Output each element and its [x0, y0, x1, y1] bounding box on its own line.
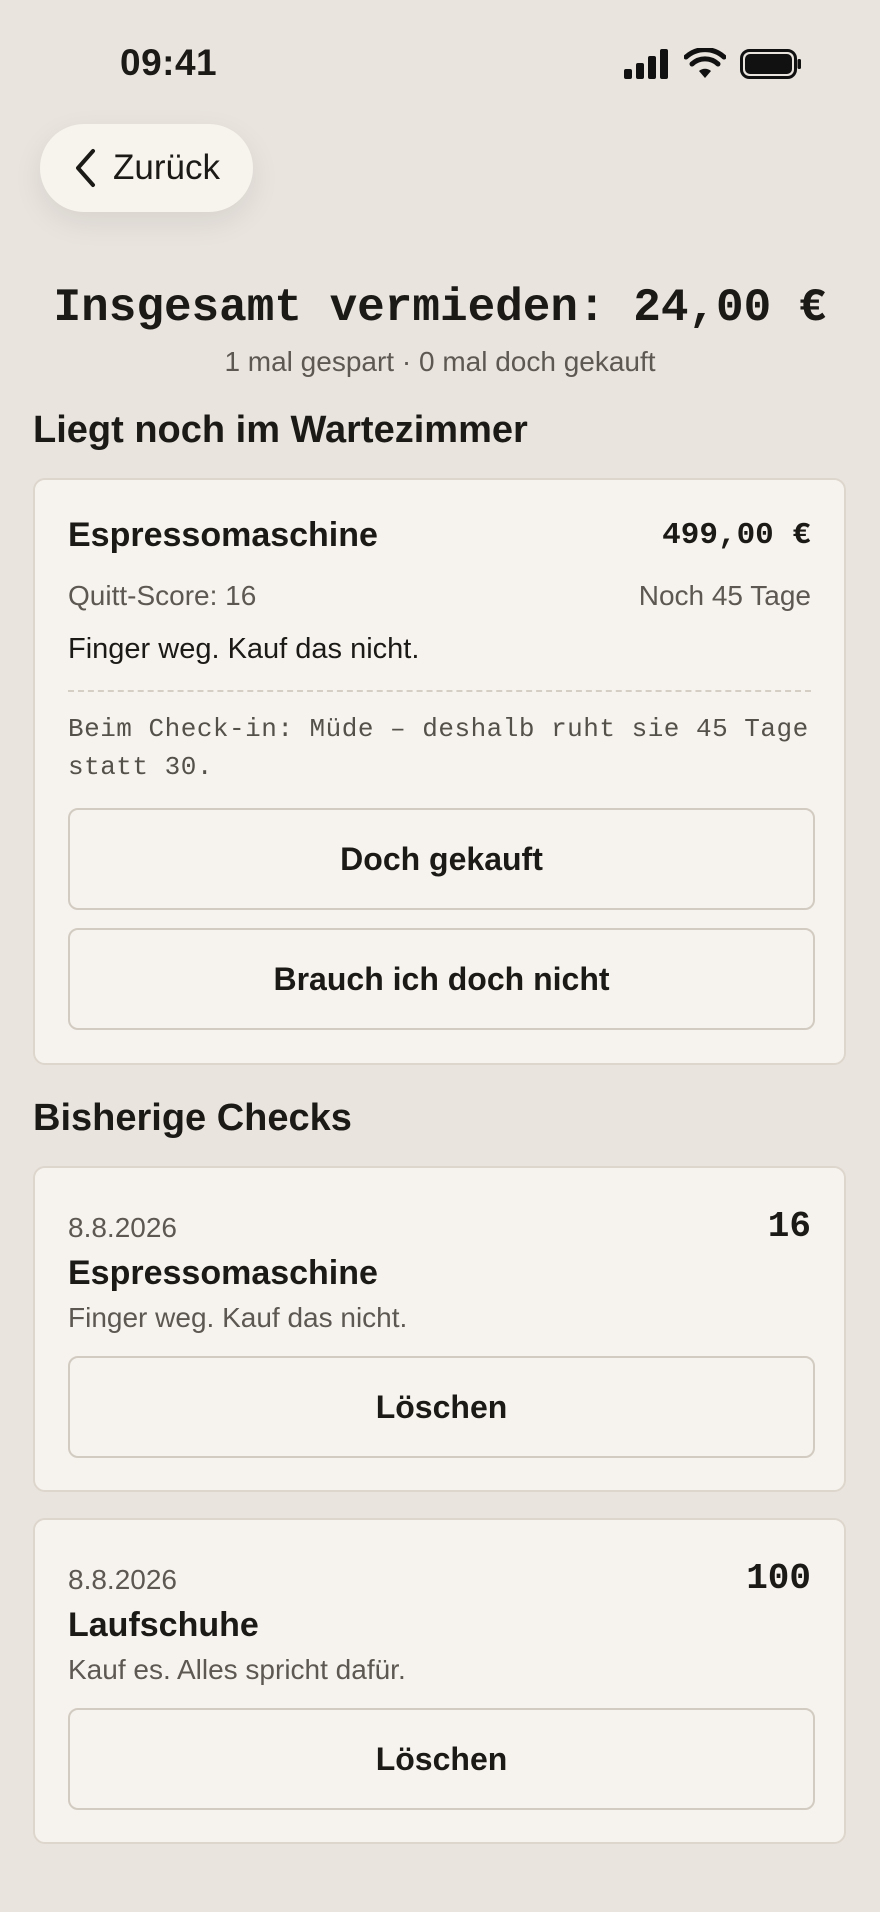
- back-button[interactable]: Zurück: [40, 124, 253, 212]
- battery-icon: [740, 49, 801, 79]
- check-verdict: Kauf es. Alles spricht dafür.: [68, 1654, 406, 1685]
- item-price: 499,00 €: [662, 518, 811, 553]
- history-card: 8.8.2026 100 Laufschuhe Kauf es. Alles s…: [33, 1518, 846, 1844]
- status-bar: 09:41: [0, 0, 880, 130]
- divider: [68, 690, 811, 692]
- bought-anyway-button[interactable]: Doch gekauft: [68, 808, 815, 910]
- delete-button[interactable]: Löschen: [68, 1708, 815, 1810]
- chevron-left-icon: [76, 149, 96, 187]
- total-avoided: Insgesamt vermieden: 24,00 €: [53, 282, 827, 334]
- waiting-room-title: Liegt noch im Wartezimmer: [33, 409, 528, 451]
- history-title: Bisherige Checks: [33, 1097, 352, 1139]
- check-score: 100: [746, 1558, 811, 1599]
- check-item-name: Espressomaschine: [68, 1254, 378, 1292]
- cellular-signal-icon: [624, 49, 668, 79]
- not-needed-button[interactable]: Brauch ich doch nicht: [68, 928, 815, 1030]
- status-time: 09:41: [120, 42, 218, 83]
- check-verdict: Finger weg. Kauf das nicht.: [68, 1302, 408, 1333]
- check-date: 8.8.2026: [68, 1212, 177, 1243]
- wifi-icon: [684, 48, 726, 78]
- days-remaining: Noch 45 Tage: [638, 580, 811, 611]
- waiting-item-card: Espressomaschine 499,00 € Quitt-Score: 1…: [33, 478, 846, 1065]
- check-date: 8.8.2026: [68, 1564, 177, 1595]
- delete-button[interactable]: Löschen: [68, 1356, 815, 1458]
- check-score: 16: [767, 1206, 811, 1247]
- status-icons: [624, 48, 802, 80]
- item-verdict: Finger weg. Kauf das nicht.: [68, 633, 420, 665]
- back-button-label: Zurück: [113, 148, 220, 187]
- history-card: 8.8.2026 16 Espressomaschine Finger weg.…: [33, 1166, 846, 1492]
- checkin-note: Beim Check-in: Müde – deshalb ruht sie 4…: [68, 714, 809, 782]
- check-item-name: Laufschuhe: [68, 1606, 259, 1644]
- savings-stats: 1 mal gespart · 0 mal doch gekauft: [224, 346, 656, 377]
